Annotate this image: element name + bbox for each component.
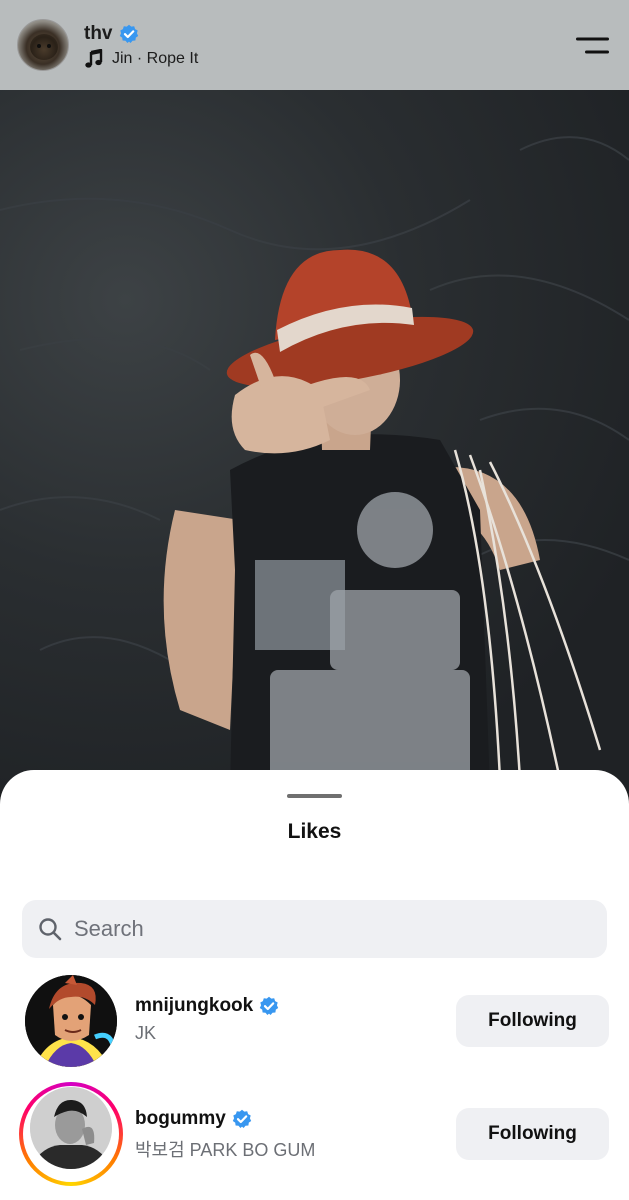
post-author-info: thv Jin · Rope It <box>84 22 198 69</box>
post-author-avatar[interactable] <box>17 19 69 71</box>
user-username[interactable]: bogummy <box>135 1108 226 1130</box>
post-photo[interactable] <box>0 90 629 790</box>
search-input[interactable] <box>74 916 554 942</box>
search-bar[interactable] <box>22 900 607 958</box>
list-item-user[interactable]: bogummy 박보검 PARK BO GUM Following <box>0 1082 629 1188</box>
user-display-name: 박보검 PARK BO GUM <box>135 1140 316 1160</box>
avatar[interactable] <box>25 975 117 1067</box>
avatar-cartoon-illustration <box>25 975 117 1067</box>
sheet-title: Likes <box>287 820 342 843</box>
likes-sheet: Likes mnijungkook <box>0 770 629 1200</box>
menu-icon[interactable] <box>576 36 609 56</box>
search-icon <box>39 918 62 941</box>
music-note-icon <box>85 48 103 68</box>
following-button[interactable]: Following <box>456 995 609 1047</box>
post-header: thv Jin · Rope It <box>0 0 629 90</box>
following-button[interactable]: Following <box>456 1108 609 1160</box>
verified-badge-icon <box>232 1109 252 1129</box>
list-item-user[interactable]: mnijungkook JK Following <box>0 975 629 1075</box>
user-info: bogummy 박보검 PARK BO GUM <box>135 1108 315 1162</box>
avatar[interactable] <box>30 1087 112 1169</box>
post-author-username[interactable]: thv <box>84 23 113 45</box>
post-photo-illustration <box>0 136 629 790</box>
sheet-grabber-handle[interactable] <box>287 794 342 798</box>
user-username[interactable]: mnijungkook <box>135 995 253 1017</box>
post-music-label[interactable]: Jin · Rope It <box>112 50 198 68</box>
avatar-photo-illustration <box>30 1087 112 1169</box>
avatar-dog-face <box>30 34 58 60</box>
verified-badge-icon <box>259 996 279 1016</box>
user-info: mnijungkook JK <box>135 995 279 1044</box>
verified-badge-icon <box>119 24 139 44</box>
user-display-name: JK <box>135 1023 157 1043</box>
